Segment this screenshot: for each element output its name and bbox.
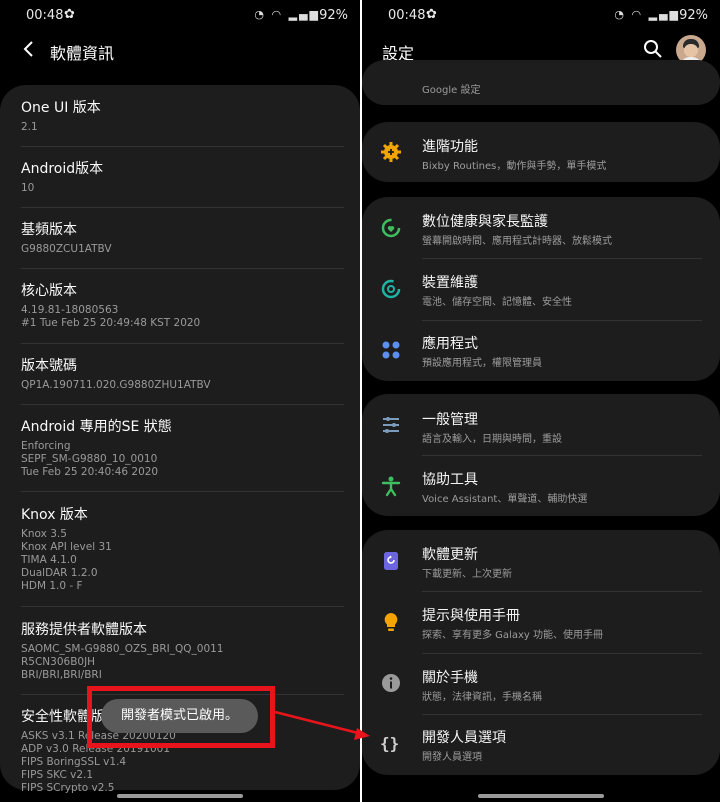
annotation-arrow [274, 710, 370, 740]
arrow-head [354, 728, 370, 740]
arrow-line [274, 710, 359, 735]
